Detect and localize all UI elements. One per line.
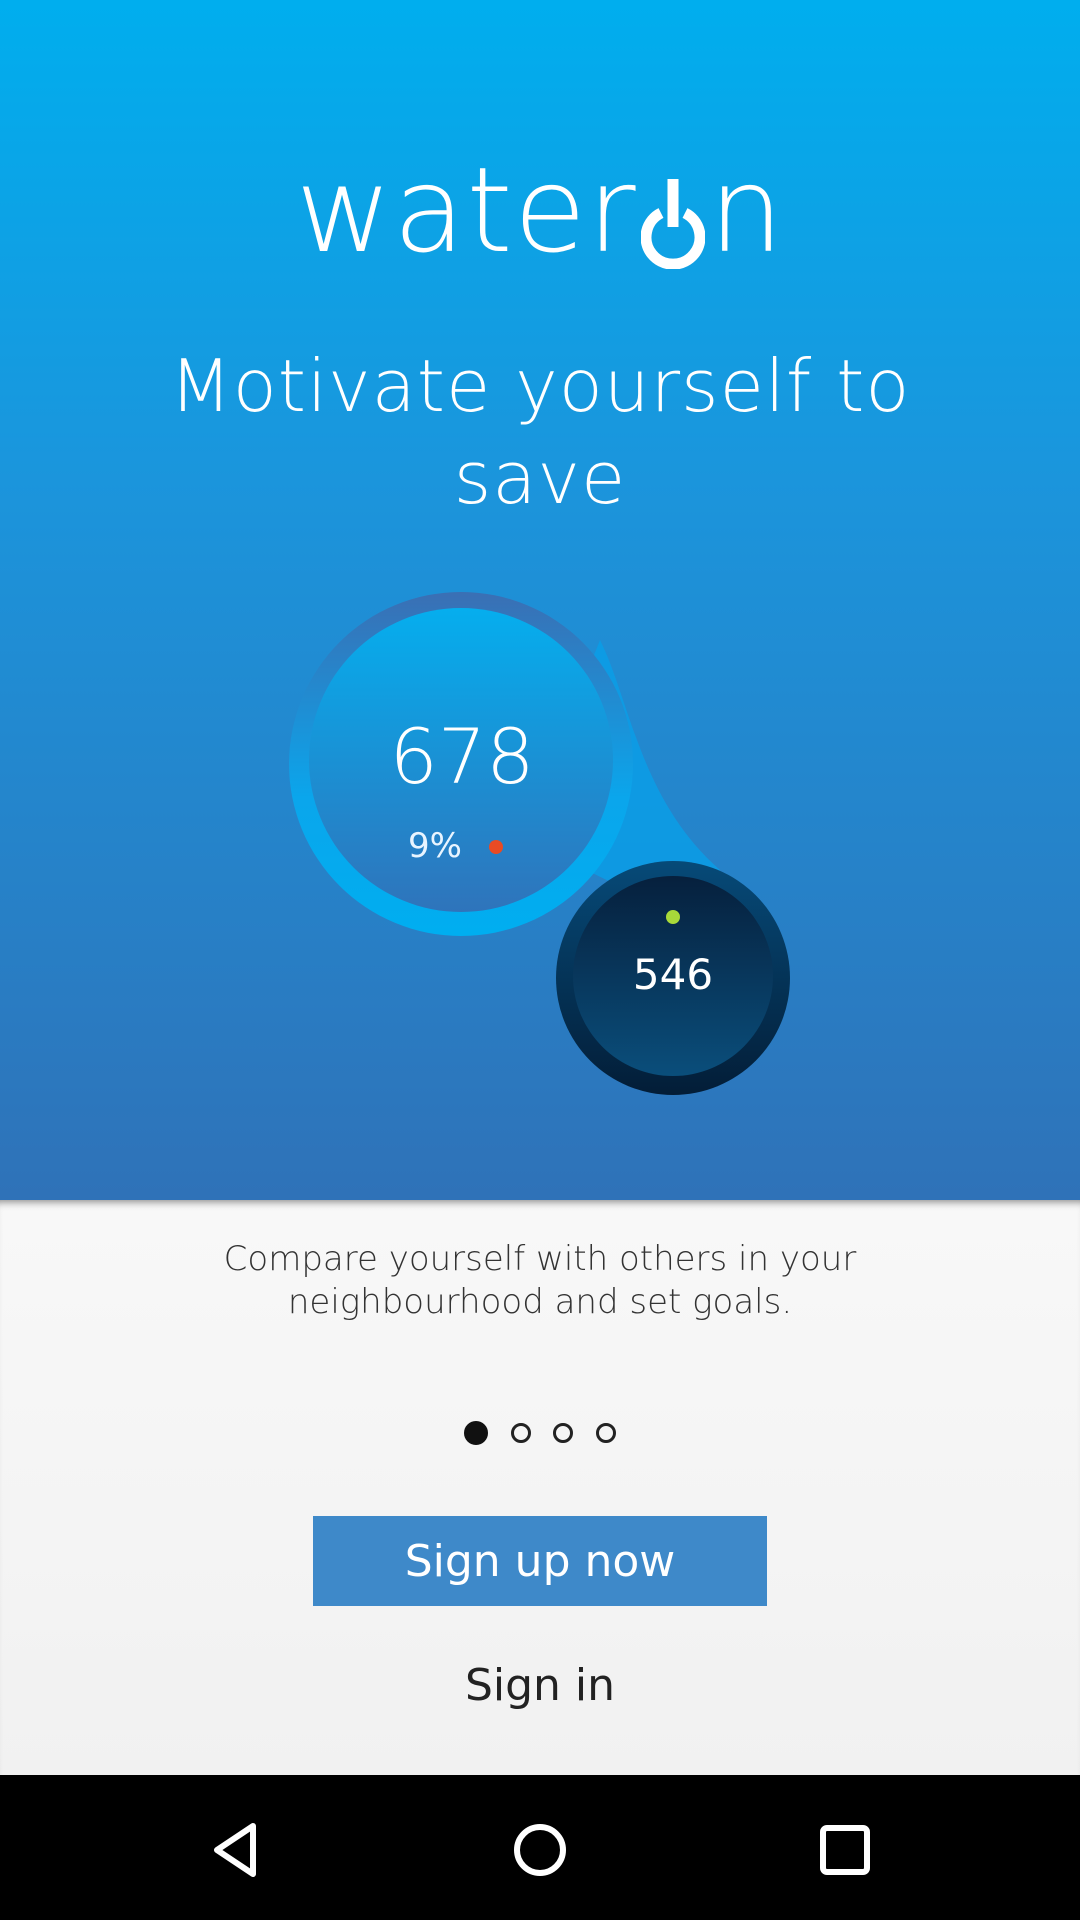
page-indicator (464, 1420, 616, 1446)
small-value: 546 (632, 950, 714, 999)
page-dot-3[interactable] (553, 1423, 574, 1443)
page-dot-4[interactable] (595, 1423, 616, 1443)
big-percent: 9% (408, 826, 462, 866)
hero-section: water n Motivate yourself to save 678 9%… (0, 0, 1080, 1200)
usage-comparison-graphic (289, 592, 790, 1095)
system-nav-bar (0, 1775, 1080, 1920)
red-status-dot (489, 840, 503, 854)
home-circle-icon[interactable] (505, 1815, 575, 1885)
recents-square-icon[interactable] (810, 1815, 880, 1885)
sign-in-link[interactable]: Sign in (390, 1640, 690, 1730)
page-dot-2[interactable] (510, 1423, 531, 1443)
green-status-dot (666, 910, 680, 924)
feature-description: Compare yourself with others in your nei… (223, 1239, 857, 1322)
sign-up-button[interactable]: Sign up now (313, 1516, 767, 1606)
page-dot-1[interactable] (464, 1421, 488, 1445)
bottom-panel: Compare yourself with others in your nei… (0, 1200, 1080, 1775)
back-triangle-icon[interactable] (200, 1815, 270, 1885)
big-value: 678 (389, 712, 535, 801)
onboarding-screen: water n Motivate yourself to save 678 9%… (0, 0, 1080, 1920)
